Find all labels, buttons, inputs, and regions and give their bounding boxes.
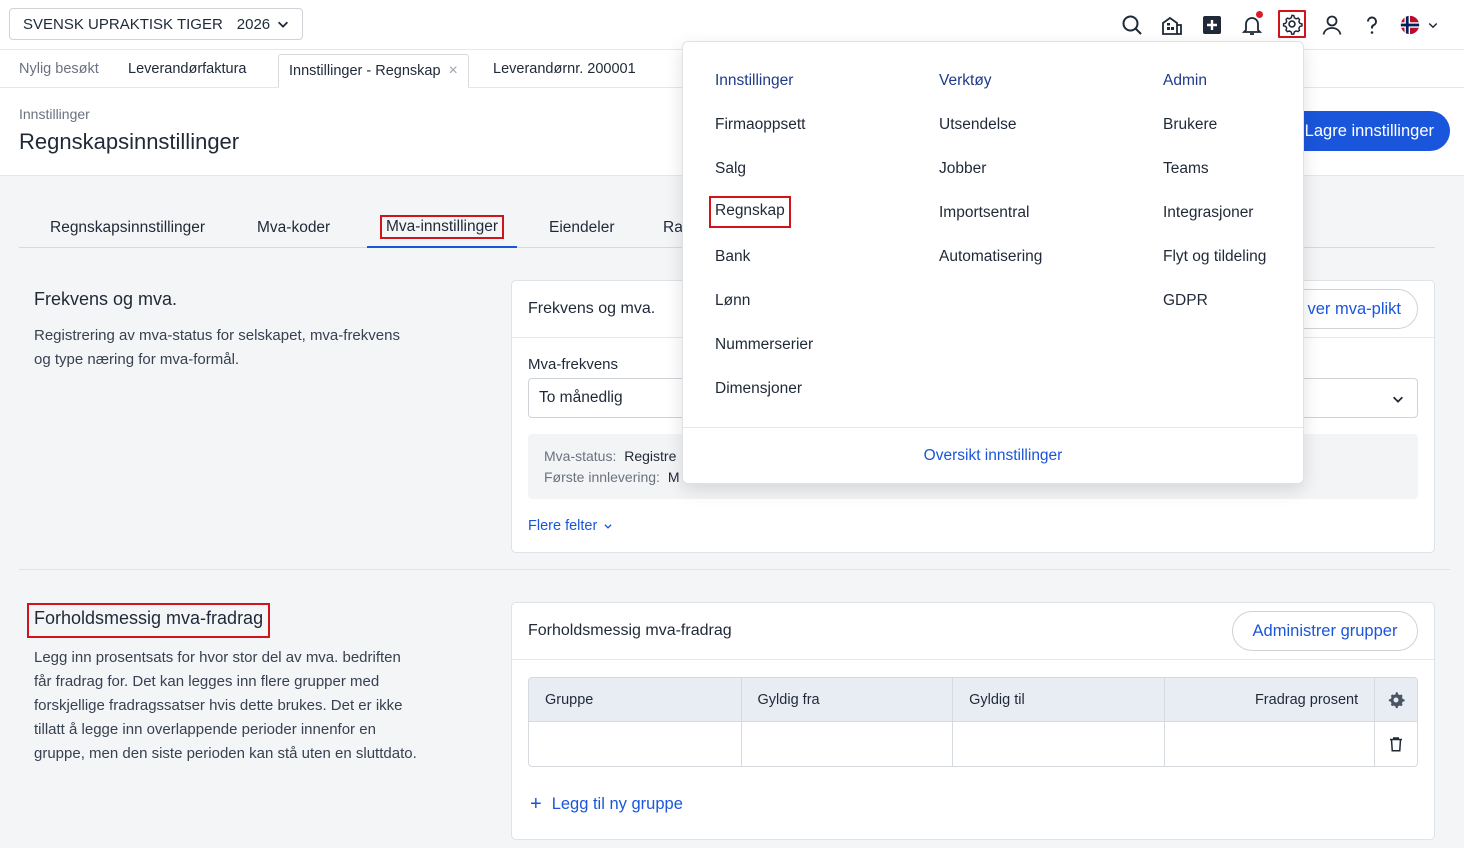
tab-more[interactable]: Ra — [663, 208, 683, 248]
table-cell[interactable] — [742, 722, 954, 766]
gear-icon — [1388, 691, 1405, 708]
section-divider — [19, 569, 1450, 570]
tab-mva-innstillinger[interactable]: Mva-innstillinger — [367, 208, 517, 248]
menu-item-lonn[interactable]: Lønn — [715, 292, 750, 310]
card-title: Forholdsmessig mva-fradrag — [528, 622, 732, 639]
flag-icon — [1400, 15, 1420, 35]
menu-item-utsendelse[interactable]: Utsendelse — [939, 116, 1017, 134]
menu-column-heading: Verktøy — [939, 72, 992, 89]
gear-icon — [1282, 14, 1303, 35]
menu-item-dimensjoner[interactable]: Dimensjoner — [715, 380, 802, 398]
table-cell[interactable] — [953, 722, 1165, 766]
search-button[interactable] — [1117, 10, 1147, 40]
menu-item-salg[interactable]: Salg — [715, 160, 746, 178]
settings-menu: Innstillinger Firmaoppsett Salg Regnskap… — [682, 41, 1304, 484]
menu-item-teams[interactable]: Teams — [1163, 160, 1209, 178]
tab-mva-koder[interactable]: Mva-koder — [257, 208, 330, 248]
user-icon — [1322, 15, 1342, 35]
tab-label: Innstillinger - Regnskap — [289, 63, 441, 79]
select-value: To månedlig — [539, 389, 623, 406]
chevron-down-icon — [1393, 396, 1403, 403]
chevron-down-icon — [278, 21, 288, 28]
recent-label: Nylig besøkt — [19, 61, 99, 77]
breadcrumb[interactable]: Innstillinger — [19, 106, 90, 122]
add-group-link[interactable]: + Legg til ny gruppe — [530, 793, 683, 816]
tab-leverandornr[interactable]: Leverandørnr. 200001 — [493, 50, 636, 88]
page-title: Regnskapsinnstillinger — [19, 129, 240, 154]
menu-column-heading: Admin — [1163, 72, 1207, 89]
menu-item-nummerserier[interactable]: Nummerserier — [715, 336, 813, 354]
chevron-down-icon — [1428, 22, 1438, 29]
language-selector[interactable] — [1396, 10, 1442, 40]
section-title: Forholdsmessig mva-fradrag — [26, 603, 271, 638]
tab-leverandorfaktura[interactable]: Leverandørfaktura — [128, 50, 246, 88]
company-selector[interactable]: SVENSK UPRAKTISK TIGER 2026 — [9, 8, 303, 40]
status-value: Registre — [624, 448, 677, 464]
section-description: Legg inn prosentsats for hvor stor del a… — [34, 649, 417, 762]
table-cell[interactable] — [529, 722, 742, 766]
delete-row-button[interactable] — [1375, 722, 1417, 766]
company-button[interactable] — [1157, 10, 1187, 40]
menu-item-flyt-og-tildeling[interactable]: Flyt og tildeling — [1163, 248, 1266, 266]
add-new-button[interactable] — [1197, 10, 1227, 40]
status-label: Mva-status: — [544, 448, 617, 464]
section-description: Registrering av mva-status for selskapet… — [34, 327, 400, 368]
deduction-table: Gruppe Gyldig fra Gyldig til Fradrag pro… — [528, 677, 1418, 767]
first-delivery-label: Første innlevering: — [544, 469, 660, 485]
notification-dot — [1255, 10, 1264, 19]
table-row — [529, 722, 1417, 766]
menu-footer: Oversikt innstillinger — [683, 427, 1303, 484]
tab-regnskapsinnstillinger[interactable]: Regnskapsinnstillinger — [50, 208, 205, 248]
company-year: 2026 — [236, 15, 271, 33]
notifications-button[interactable] — [1237, 10, 1267, 40]
section-title: Frekvens og mva. — [34, 289, 178, 309]
settings-overview-link[interactable]: Oversikt innstillinger — [924, 447, 1063, 465]
trash-icon — [1390, 737, 1403, 752]
table-settings-button[interactable] — [1375, 678, 1417, 721]
field-label: Mva-frekvens — [528, 356, 619, 373]
menu-item-integrasjoner[interactable]: Integrasjoner — [1163, 204, 1253, 222]
house-icon — [1162, 16, 1182, 35]
card-header: Forholdsmessig mva-fradrag Administrer g… — [512, 603, 1434, 660]
table-cell[interactable] — [1165, 722, 1376, 766]
column-header: Gyldig til — [953, 678, 1165, 721]
tab-innstillinger-regnskap[interactable]: Innstillinger - Regnskap × — [278, 54, 469, 88]
menu-column-heading: Innstillinger — [715, 72, 794, 89]
menu-item-brukere[interactable]: Brukere — [1163, 116, 1217, 134]
column-header: Gruppe — [529, 678, 742, 721]
column-header: Fradrag prosent — [1165, 678, 1376, 721]
table-header: Gruppe Gyldig fra Gyldig til Fradrag pro… — [529, 678, 1417, 722]
plus-square-icon — [1203, 16, 1221, 34]
close-icon[interactable]: × — [449, 62, 458, 80]
plus-icon: + — [530, 793, 542, 815]
save-settings-button[interactable]: Lagre innstillinger — [1283, 111, 1450, 151]
menu-item-gdpr[interactable]: GDPR — [1163, 292, 1208, 310]
help-button[interactable] — [1357, 10, 1387, 40]
more-fields-link[interactable]: Flere felter — [528, 518, 613, 534]
column-header: Gyldig fra — [742, 678, 954, 721]
menu-item-firmaoppsett[interactable]: Firmaoppsett — [715, 116, 805, 134]
manage-groups-button[interactable]: Administrer grupper — [1232, 611, 1418, 651]
profile-button[interactable] — [1317, 10, 1347, 40]
deduction-card: Forholdsmessig mva-fradrag Administrer g… — [511, 602, 1435, 840]
menu-item-importsentral[interactable]: Importsentral — [939, 204, 1029, 222]
search-icon — [1122, 15, 1142, 35]
tab-label: Mva-innstillinger — [380, 215, 504, 239]
menu-item-bank[interactable]: Bank — [715, 248, 750, 266]
tab-eiendeler[interactable]: Eiendeler — [549, 208, 615, 248]
settings-button[interactable] — [1278, 10, 1306, 38]
company-name: SVENSK UPRAKTISK TIGER — [23, 15, 223, 33]
first-delivery-value: M — [667, 469, 680, 485]
help-icon — [1367, 16, 1377, 34]
card-title: Frekvens og mva. — [528, 300, 656, 317]
menu-item-regnskap[interactable]: Regnskap — [709, 196, 791, 228]
menu-item-automatisering[interactable]: Automatisering — [939, 248, 1042, 266]
menu-item-jobber[interactable]: Jobber — [939, 160, 986, 178]
chevron-down-icon — [604, 524, 612, 529]
